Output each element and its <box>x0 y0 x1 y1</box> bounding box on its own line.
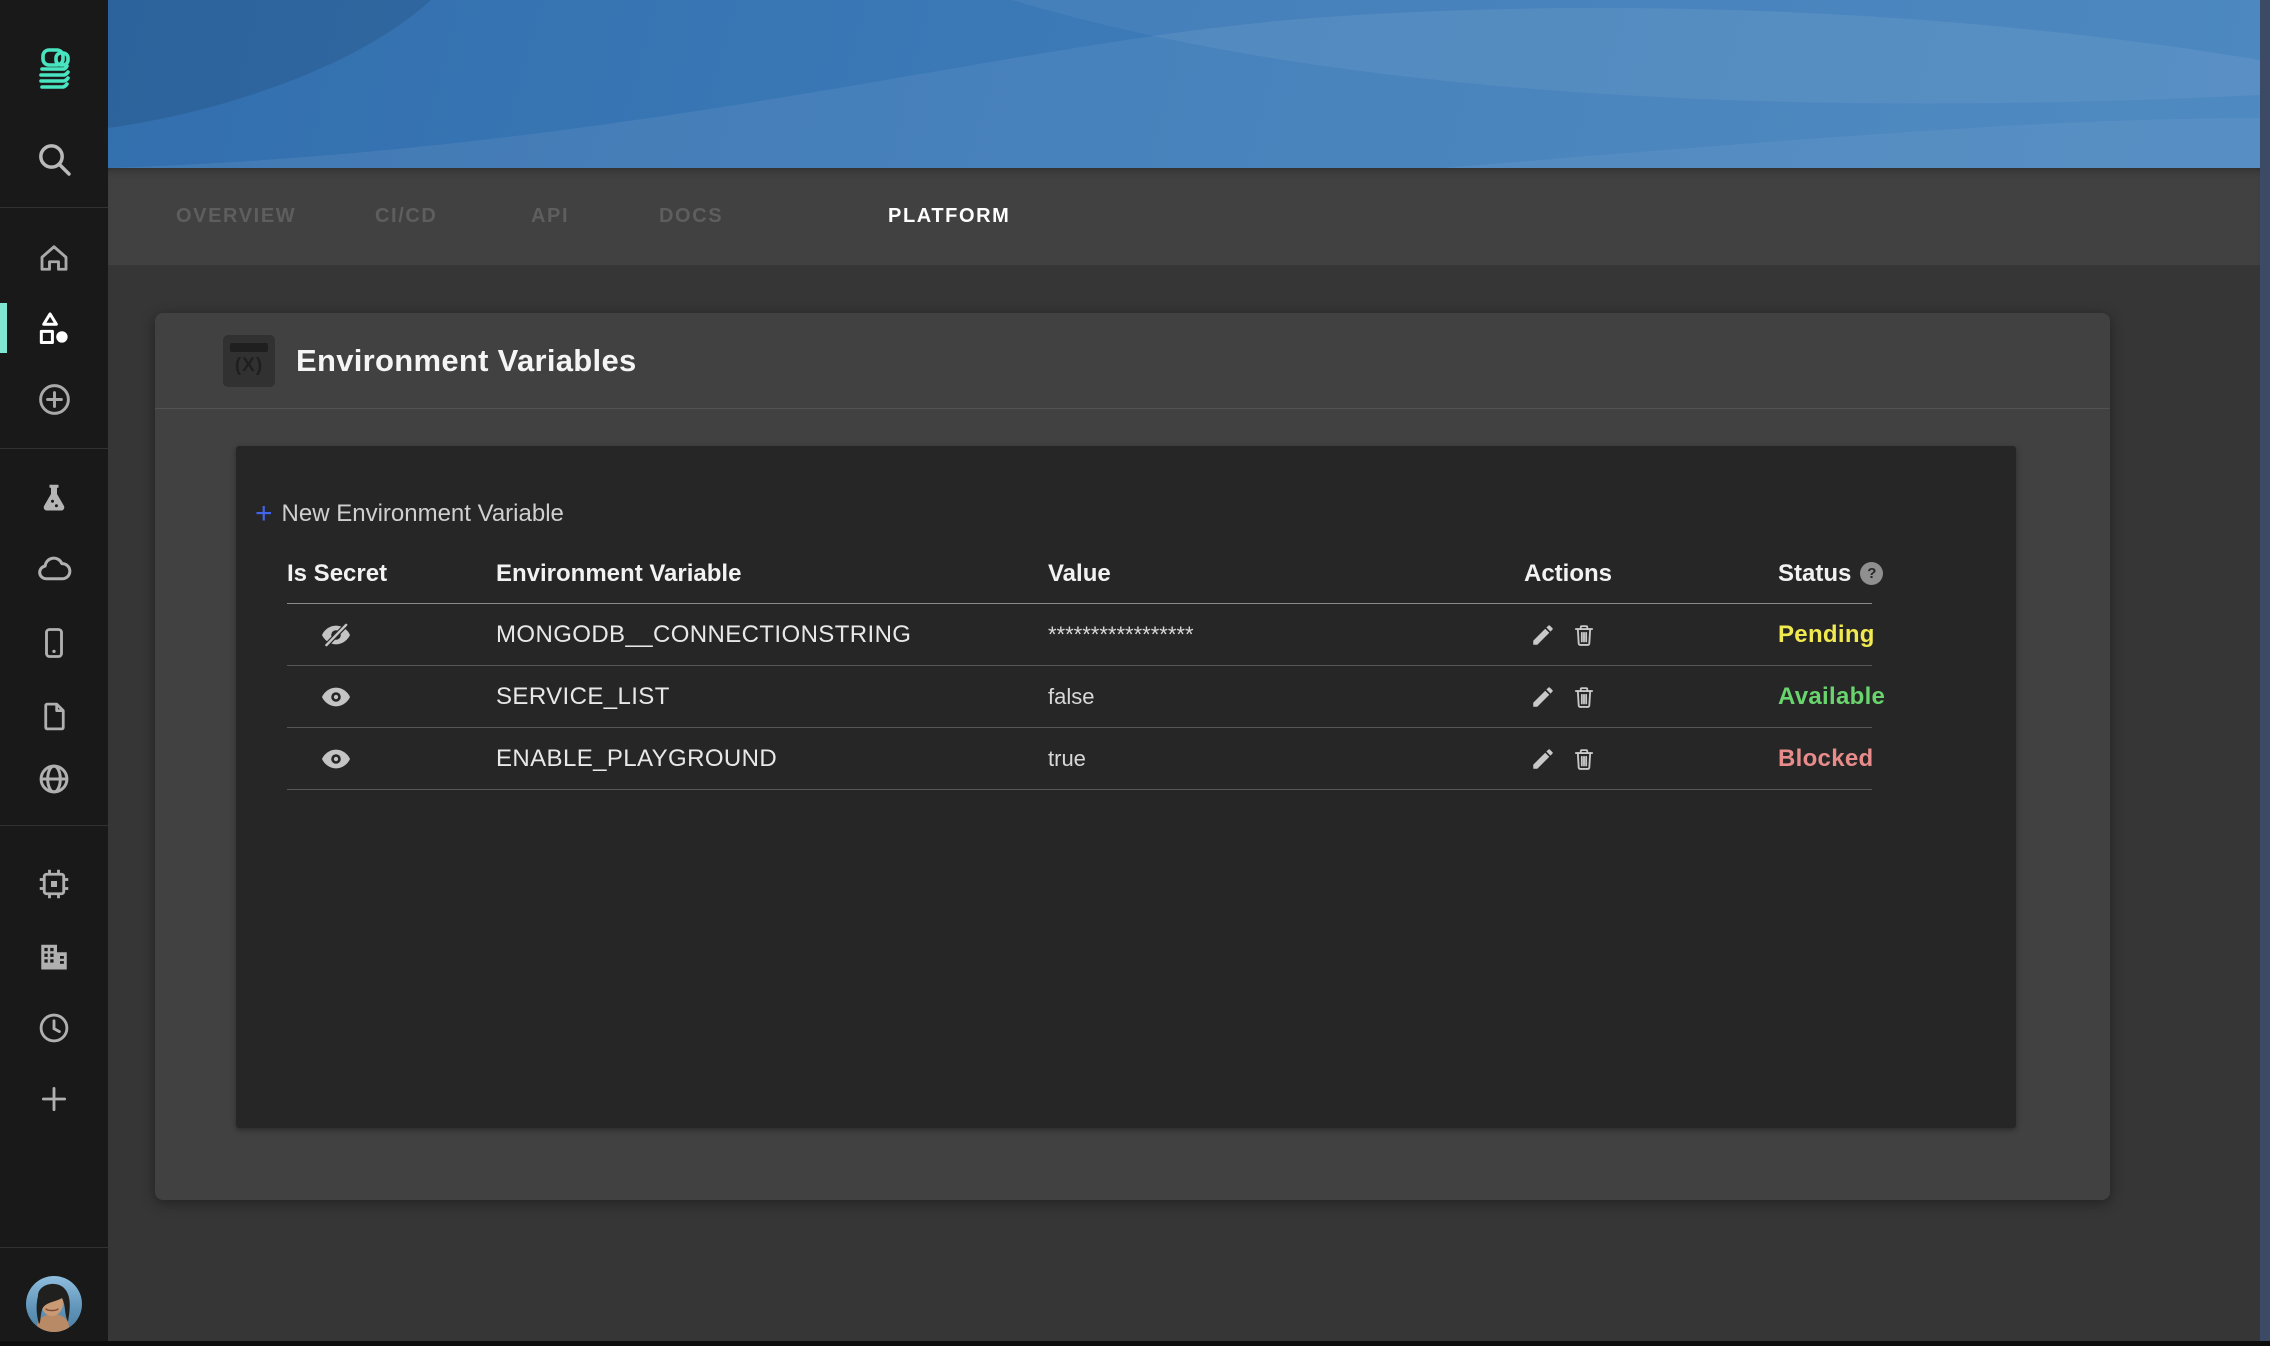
sidebar-item-experiments[interactable] <box>0 479 108 519</box>
tab-bar: OVERVIEW CI/CD API DOCS PLATFORM <box>108 168 2260 265</box>
sidebar-item-documents[interactable] <box>0 696 108 736</box>
header-actions: Actions <box>1524 560 1778 588</box>
secret-toggle[interactable] <box>320 681 352 713</box>
sidebar-item-cloud[interactable] <box>0 551 108 589</box>
delete-button[interactable] <box>1571 684 1597 710</box>
scrollbar-track[interactable] <box>2260 0 2270 1346</box>
variables-panel: + New Environment Variable Is Secret Env… <box>236 446 2016 1128</box>
sidebar <box>0 0 108 1346</box>
home-icon <box>36 240 72 276</box>
eye-off-icon <box>320 619 352 651</box>
status-help-icon[interactable]: ? <box>1860 562 1883 585</box>
env-variables-icon: (X) <box>223 335 275 387</box>
pencil-icon <box>1530 622 1556 648</box>
sidebar-item-add[interactable] <box>0 379 108 419</box>
sidebar-item-global[interactable] <box>0 760 108 798</box>
flask-icon <box>36 481 72 517</box>
plus-circle-icon <box>36 381 73 418</box>
stack-logo-icon <box>31 47 77 93</box>
table-header-row: Is Secret Environment Variable Value Act… <box>287 544 1872 604</box>
header-value: Value <box>1048 560 1524 588</box>
tab-cicd[interactable]: CI/CD <box>375 168 437 265</box>
edit-button[interactable] <box>1530 746 1556 772</box>
status-badge: Blocked <box>1778 745 1873 773</box>
mobile-phone-icon <box>36 625 72 661</box>
banner-wave-graphic <box>108 0 2260 168</box>
eye-icon <box>320 743 352 775</box>
secret-toggle[interactable] <box>320 619 352 651</box>
variable-value: ***************** <box>1048 622 1524 648</box>
cloud-icon <box>35 551 73 589</box>
sidebar-item-services[interactable] <box>0 309 108 349</box>
delete-button[interactable] <box>1571 746 1597 772</box>
user-avatar[interactable] <box>26 1276 82 1332</box>
sidebar-item-organization[interactable] <box>0 936 108 976</box>
search-button[interactable] <box>0 138 108 180</box>
tab-overview[interactable]: OVERVIEW <box>176 168 296 265</box>
tab-platform[interactable]: PLATFORM <box>888 168 1010 265</box>
search-icon <box>34 139 74 179</box>
variable-name: SERVICE_LIST <box>496 683 1048 711</box>
variable-value: false <box>1048 684 1524 710</box>
app-logo[interactable] <box>0 46 108 94</box>
trash-icon <box>1571 622 1597 648</box>
env-icon-glyph: (X) <box>223 355 275 377</box>
header-environment-variable: Environment Variable <box>496 560 1048 588</box>
plus-glyph: + <box>255 499 273 529</box>
eye-icon <box>320 681 352 713</box>
clock-icon <box>36 1010 72 1046</box>
variable-value: true <box>1048 746 1524 772</box>
trash-icon <box>1571 684 1597 710</box>
card-header: (X) Environment Variables <box>155 313 2110 409</box>
sidebar-item-mobile[interactable] <box>0 623 108 663</box>
sidebar-divider <box>0 207 108 208</box>
sidebar-divider <box>0 825 108 826</box>
environment-variables-card: (X) Environment Variables + New Environm… <box>155 313 2110 1200</box>
status-badge: Pending <box>1778 621 1875 649</box>
pencil-icon <box>1530 684 1556 710</box>
table-row: SERVICE_LIST false <box>287 666 1872 728</box>
hero-banner <box>108 0 2260 168</box>
variable-name: MONGODB__CONNECTIONSTRING <box>496 621 1048 649</box>
table-row: MONGODB__CONNECTIONSTRING **************… <box>287 604 1872 666</box>
building-icon <box>36 938 72 974</box>
secret-toggle[interactable] <box>320 743 352 775</box>
app-window: OVERVIEW CI/CD API DOCS PLATFORM (X) Env… <box>0 0 2270 1346</box>
variables-table: Is Secret Environment Variable Value Act… <box>287 544 1872 790</box>
sidebar-item-home[interactable] <box>0 238 108 278</box>
sidebar-item-history[interactable] <box>0 1008 108 1048</box>
status-badge: Available <box>1778 683 1885 711</box>
bottom-edge-bar <box>0 1341 2270 1346</box>
delete-button[interactable] <box>1571 622 1597 648</box>
page-title: Environment Variables <box>296 313 637 409</box>
header-is-secret: Is Secret <box>287 560 496 588</box>
new-environment-variable-button[interactable]: + New Environment Variable <box>255 499 564 529</box>
edit-button[interactable] <box>1530 622 1556 648</box>
pencil-icon <box>1530 746 1556 772</box>
sidebar-item-chip[interactable] <box>0 864 108 904</box>
new-environment-variable-label: New Environment Variable <box>282 500 564 528</box>
sidebar-divider <box>0 448 108 449</box>
shapes-icon <box>35 310 73 348</box>
document-icon <box>37 699 72 734</box>
variable-name: ENABLE_PLAYGROUND <box>496 745 1048 773</box>
chip-icon <box>36 866 72 902</box>
plus-icon <box>37 1082 71 1116</box>
avatar-photo <box>26 1276 82 1332</box>
trash-icon <box>1571 746 1597 772</box>
tab-api[interactable]: API <box>531 168 569 265</box>
edit-button[interactable] <box>1530 684 1556 710</box>
sidebar-divider <box>0 1247 108 1248</box>
globe-icon <box>36 761 72 797</box>
table-row: ENABLE_PLAYGROUND true <box>287 728 1872 790</box>
header-status: Status ? <box>1778 560 1883 588</box>
sidebar-item-new[interactable] <box>0 1080 108 1118</box>
tab-docs[interactable]: DOCS <box>659 168 723 265</box>
